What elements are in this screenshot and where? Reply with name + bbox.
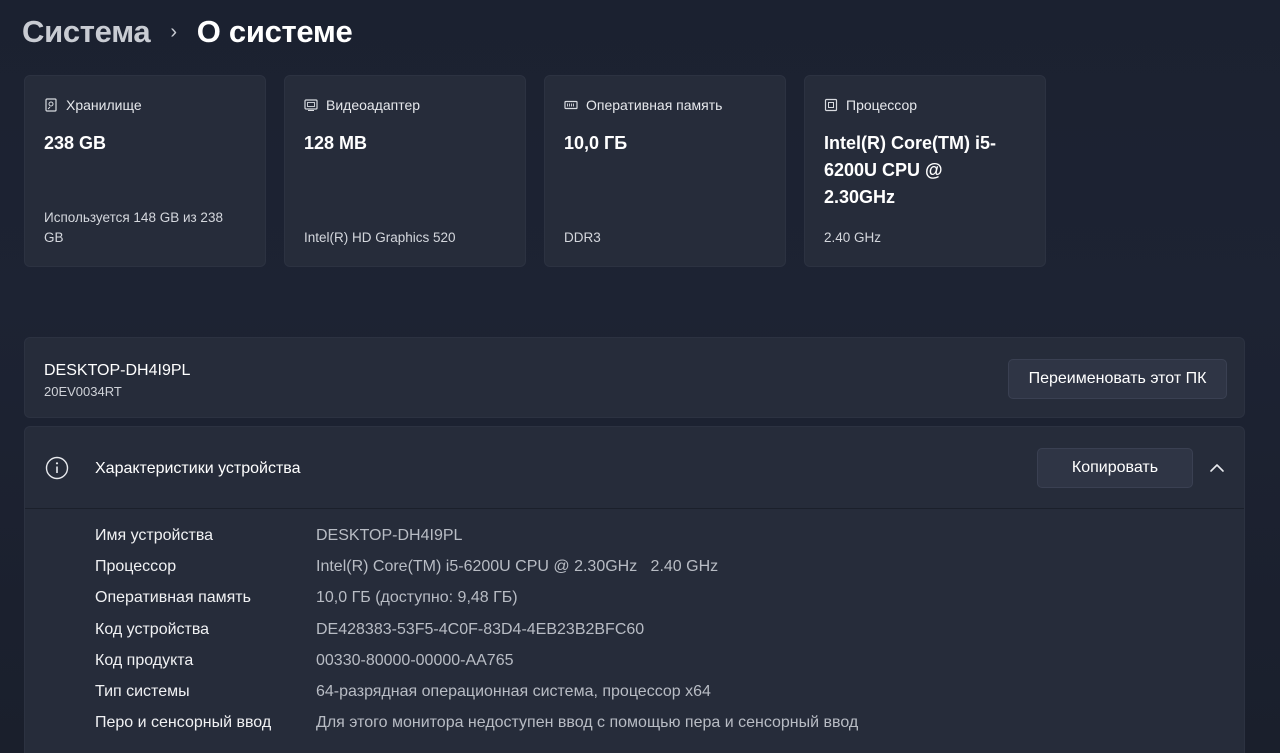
spec-row-pen-touch: Перо и сенсорный ввод Для этого монитора…: [95, 708, 858, 739]
card-processor-title: Процессор: [846, 97, 918, 113]
card-processor-speed: 2.40 GHz: [824, 230, 882, 245]
spec-label: Код продукта: [95, 651, 194, 669]
card-storage: Хранилище 238 GB Используется 148 GB из …: [24, 75, 266, 267]
display-adapter-icon: [304, 98, 318, 112]
card-memory-value: 10,0 ГБ: [564, 133, 628, 153]
card-memory: Оперативная память 10,0 ГБ DDR3: [544, 75, 786, 267]
memory-icon: [564, 98, 578, 112]
breadcrumb-system-link[interactable]: Система: [22, 14, 151, 50]
spec-label: Имя устройства: [95, 526, 214, 544]
spec-value: Intel(R) Core(TM) i5-6200U CPU @ 2.30GHz…: [316, 557, 719, 575]
device-name: DESKTOP-DH4I9PL: [44, 362, 191, 379]
spec-label: Тип системы: [95, 683, 190, 701]
spec-label: Оперативная память: [95, 589, 251, 607]
device-specifications-list: Имя устройства DESKTOP-DH4I9PL Процессор…: [95, 520, 858, 739]
spec-value: Для этого монитора недоступен ввод с пом…: [316, 714, 859, 732]
card-memory-type: DDR3: [564, 230, 601, 245]
copy-button[interactable]: Копировать: [1037, 448, 1193, 488]
spec-label: Перо и сенсорный ввод: [95, 714, 272, 732]
spec-row-memory: Оперативная память 10,0 ГБ (доступно: 9,…: [95, 583, 858, 614]
card-display-adapter-name: Intel(R) HD Graphics 520: [304, 230, 456, 245]
device-name-panel: DESKTOP-DH4I9PL 20EV0034RT Переименовать…: [24, 337, 1245, 418]
card-display-adapter-value: 128 MB: [304, 133, 368, 153]
card-display-adapter: Видеоадаптер 128 MB Intel(R) HD Graphics…: [284, 75, 526, 267]
spec-value: 10,0 ГБ (доступно: 9,48 ГБ): [316, 589, 518, 607]
card-display-adapter-title: Видеоадаптер: [326, 97, 421, 113]
device-model: 20EV0034RT: [44, 384, 122, 399]
device-specifications-panel: Характеристики устройства Копировать Имя…: [24, 426, 1245, 753]
info-icon: [45, 456, 69, 480]
spec-row-system-type: Тип системы 64-разрядная операционная си…: [95, 676, 858, 707]
chevron-up-icon[interactable]: [1206, 457, 1228, 479]
spec-value: 00330-80000-00000-AA765: [316, 651, 514, 669]
device-specifications-title: Характеристики устройства: [95, 460, 301, 477]
spec-value: DE428383-53F5-4C0F-83D4-4EB23B2BFC60: [316, 620, 645, 638]
summary-cards: Хранилище 238 GB Используется 148 GB из …: [24, 75, 1046, 267]
spec-label: Код устройства: [95, 620, 210, 638]
card-processor-value: Intel(R) Core(TM) i5-6200U CPU @ 2.30GHz: [824, 133, 996, 207]
spec-value: DESKTOP-DH4I9PL: [316, 526, 463, 544]
storage-icon: [44, 98, 58, 112]
card-memory-title: Оперативная память: [586, 97, 723, 113]
breadcrumb-separator-icon: ›: [170, 20, 177, 43]
processor-icon: [824, 98, 838, 112]
spec-value: 64-разрядная операционная система, проце…: [316, 683, 711, 701]
card-storage-value: 238 GB: [44, 133, 107, 153]
card-storage-usage: Используется 148 GB из 238 GB: [44, 210, 223, 245]
card-storage-title: Хранилище: [66, 97, 142, 113]
spec-row-product-id: Код продукта 00330-80000-00000-AA765: [95, 645, 858, 676]
spec-row-device-id: Код устройства DE428383-53F5-4C0F-83D4-4…: [95, 614, 858, 645]
page-title: О системе: [196, 14, 353, 49]
device-specifications-header[interactable]: Характеристики устройства Копировать: [25, 427, 1244, 509]
spec-label: Процессор: [95, 557, 177, 575]
card-processor: Процессор Intel(R) Core(TM) i5-6200U CPU…: [804, 75, 1046, 267]
spec-row-processor: Процессор Intel(R) Core(TM) i5-6200U CPU…: [95, 551, 858, 582]
breadcrumb: Система › О системе: [22, 10, 353, 54]
rename-pc-button[interactable]: Переименовать этот ПК: [1008, 359, 1227, 399]
spec-row-device-name: Имя устройства DESKTOP-DH4I9PL: [95, 520, 858, 551]
